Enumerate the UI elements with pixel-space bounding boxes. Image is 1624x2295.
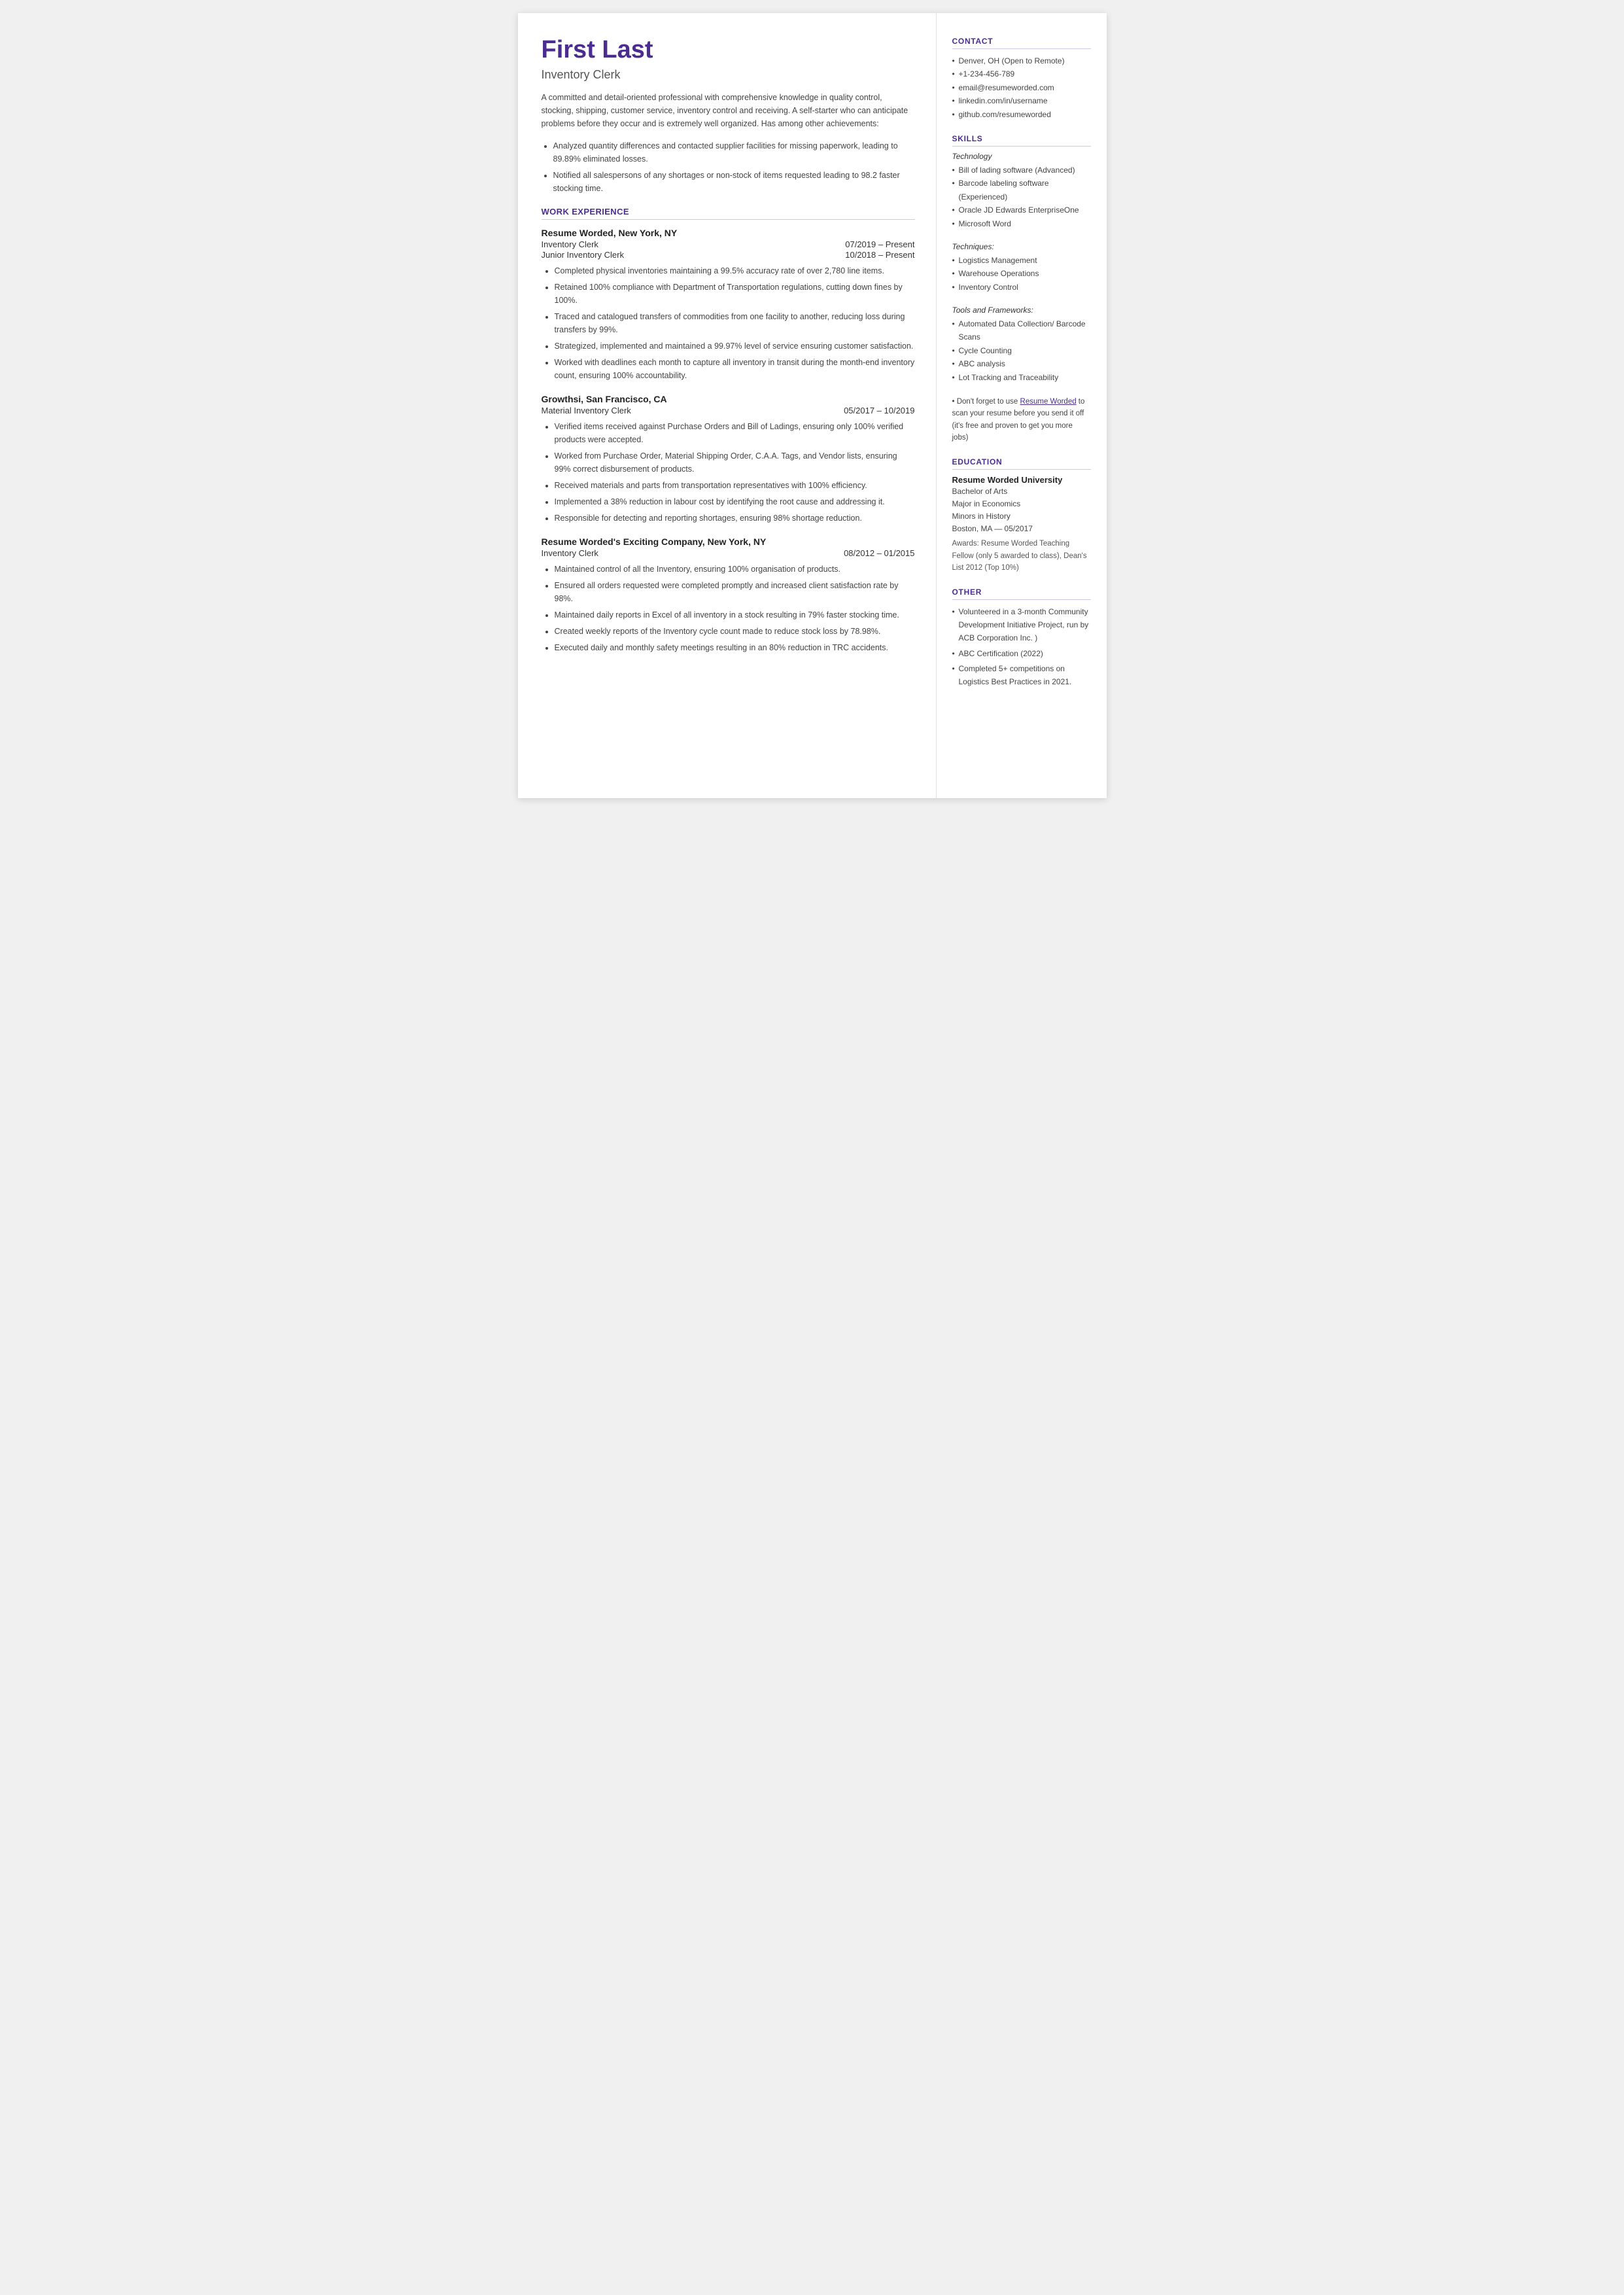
skill-tool-1: Automated Data Collection/ Barcode Scans — [952, 317, 1091, 344]
c2-bullet-5: Responsible for detecting and reporting … — [555, 512, 915, 525]
skill-list-tech: Bill of lading software (Advanced) Barco… — [952, 164, 1091, 230]
company-block-2: Growthsi, San Francisco, CA Material Inv… — [542, 394, 915, 525]
other-item-2: ABC Certification (2022) — [952, 647, 1091, 660]
skill-category-techniques: Techniques: — [952, 242, 1091, 251]
skill-tool-4: Lot Tracking and Traceability — [952, 371, 1091, 384]
promo-text: • Don't forget to use Resume Worded to s… — [952, 396, 1091, 444]
c1-bullet-4: Strategized, implemented and maintained … — [555, 340, 915, 353]
c1-bullet-3: Traced and catalogued transfers of commo… — [555, 310, 915, 336]
role-row-1a: Inventory Clerk 07/2019 – Present — [542, 239, 915, 249]
other-section: OTHER Volunteered in a 3-month Community… — [952, 587, 1091, 689]
c2-bullet-3: Received materials and parts from transp… — [555, 479, 915, 492]
contact-item-4: linkedin.com/in/username — [952, 94, 1091, 107]
skill-tech-1: Bill of lading software (Advanced) — [952, 164, 1091, 177]
skill-list-tools: Automated Data Collection/ Barcode Scans… — [952, 317, 1091, 384]
skill-tech-t3: Inventory Control — [952, 281, 1091, 294]
role-dates-3a: 08/2012 – 01/2015 — [844, 548, 914, 558]
summary-text: A committed and detail-oriented professi… — [542, 91, 915, 130]
company-name-3: Resume Worded's Exciting Company, New Yo… — [542, 536, 915, 547]
company-1-bullets: Completed physical inventories maintaini… — [555, 264, 915, 382]
skills-section-title: SKILLS — [952, 134, 1091, 147]
role-title-1b: Junior Inventory Clerk — [542, 250, 624, 260]
c1-bullet-2: Retained 100% compliance with Department… — [555, 281, 915, 307]
company-name-1: Resume Worded, New York, NY — [542, 228, 915, 238]
contact-list: Denver, OH (Open to Remote) +1-234-456-7… — [952, 54, 1091, 121]
skills-section: SKILLS Technology Bill of lading softwar… — [952, 134, 1091, 444]
summary-bullets: Analyzed quantity differences and contac… — [553, 139, 915, 195]
edu-awards: Awards: Resume Worded Teaching Fellow (o… — [952, 538, 1091, 574]
other-item-1: Volunteered in a 3-month Community Devel… — [952, 605, 1091, 645]
c3-bullet-5: Executed daily and monthly safety meetin… — [555, 641, 915, 654]
contact-section-title: CONTACT — [952, 37, 1091, 49]
role-dates-1a: 07/2019 – Present — [845, 239, 914, 249]
summary-bullet-1: Analyzed quantity differences and contac… — [553, 139, 915, 166]
edu-degree: Bachelor of Arts — [952, 485, 1091, 498]
company-block-1: Resume Worded, New York, NY Inventory Cl… — [542, 228, 915, 382]
other-section-title: OTHER — [952, 587, 1091, 600]
skill-tech-t1: Logistics Management — [952, 254, 1091, 267]
c3-bullet-2: Ensured all orders requested were comple… — [555, 579, 915, 605]
company-block-3: Resume Worded's Exciting Company, New Yo… — [542, 536, 915, 654]
contact-section: CONTACT Denver, OH (Open to Remote) +1-2… — [952, 37, 1091, 121]
job-title: Inventory Clerk — [542, 68, 915, 82]
c2-bullet-4: Implemented a 38% reduction in labour co… — [555, 495, 915, 508]
role-dates-2a: 05/2017 – 10/2019 — [844, 406, 914, 415]
edu-minor: Minors in History — [952, 510, 1091, 523]
company-name-2: Growthsi, San Francisco, CA — [542, 394, 915, 404]
skill-tech-3: Oracle JD Edwards EnterpriseOne — [952, 203, 1091, 217]
work-experience-section-title: WORK EXPERIENCE — [542, 207, 915, 220]
c2-bullet-2: Worked from Purchase Order, Material Shi… — [555, 449, 915, 476]
company-2-bullets: Verified items received against Purchase… — [555, 420, 915, 525]
c3-bullet-1: Maintained control of all the Inventory,… — [555, 563, 915, 576]
right-column: CONTACT Denver, OH (Open to Remote) +1-2… — [937, 13, 1107, 798]
role-title-3a: Inventory Clerk — [542, 548, 598, 558]
role-title-2a: Material Inventory Clerk — [542, 406, 631, 415]
resume-worded-link[interactable]: Resume Worded — [1020, 398, 1077, 406]
role-row-2a: Material Inventory Clerk 05/2017 – 10/20… — [542, 406, 915, 415]
contact-item-5: github.com/resumeworded — [952, 108, 1091, 121]
resume-document: First Last Inventory Clerk A committed a… — [518, 13, 1107, 798]
c2-bullet-1: Verified items received against Purchase… — [555, 420, 915, 446]
skill-tech-4: Microsoft Word — [952, 217, 1091, 230]
role-row-3a: Inventory Clerk 08/2012 – 01/2015 — [542, 548, 915, 558]
c3-bullet-3: Maintained daily reports in Excel of all… — [555, 608, 915, 622]
role-dates-1b: 10/2018 – Present — [845, 250, 914, 260]
skill-list-techniques: Logistics Management Warehouse Operation… — [952, 254, 1091, 294]
skill-category-tools: Tools and Frameworks: — [952, 306, 1091, 315]
skill-tech-t2: Warehouse Operations — [952, 267, 1091, 280]
role-row-1b: Junior Inventory Clerk 10/2018 – Present — [542, 250, 915, 260]
education-section-title: EDUCATION — [952, 457, 1091, 470]
company-3-bullets: Maintained control of all the Inventory,… — [555, 563, 915, 654]
c3-bullet-4: Created weekly reports of the Inventory … — [555, 625, 915, 638]
other-list: Volunteered in a 3-month Community Devel… — [952, 605, 1091, 689]
name: First Last — [542, 37, 915, 64]
edu-major: Major in Economics — [952, 498, 1091, 510]
contact-item-3: email@resumeworded.com — [952, 81, 1091, 94]
left-column: First Last Inventory Clerk A committed a… — [518, 13, 937, 798]
contact-item-2: +1-234-456-789 — [952, 67, 1091, 80]
skill-tool-2: Cycle Counting — [952, 344, 1091, 357]
education-section: EDUCATION Resume Worded University Bache… — [952, 457, 1091, 574]
skill-category-tech: Technology — [952, 152, 1091, 161]
edu-institution: Resume Worded University — [952, 475, 1091, 485]
role-title-1a: Inventory Clerk — [542, 239, 598, 249]
skill-tech-2: Barcode labeling software (Experienced) — [952, 177, 1091, 203]
c1-bullet-1: Completed physical inventories maintaini… — [555, 264, 915, 277]
contact-item-1: Denver, OH (Open to Remote) — [952, 54, 1091, 67]
summary-bullet-2: Notified all salespersons of any shortag… — [553, 169, 915, 195]
edu-location-date: Boston, MA — 05/2017 — [952, 523, 1091, 535]
c1-bullet-5: Worked with deadlines each month to capt… — [555, 356, 915, 382]
skill-tool-3: ABC analysis — [952, 357, 1091, 370]
other-item-3: Completed 5+ competitions on Logistics B… — [952, 662, 1091, 689]
